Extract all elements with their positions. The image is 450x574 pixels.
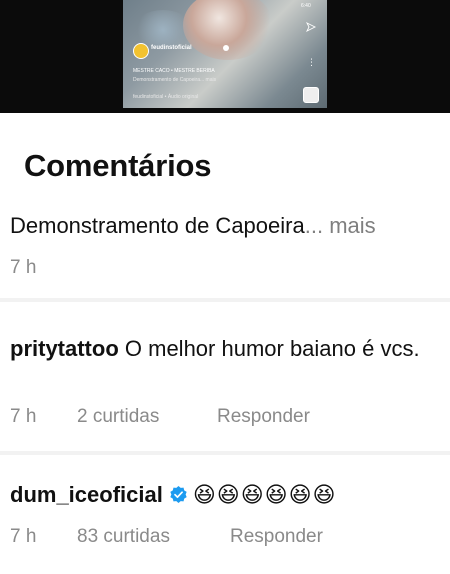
caption-more-link[interactable]: mais (329, 213, 375, 238)
comment-time: 7 h (10, 526, 37, 547)
more-icon[interactable]: ⋮ (307, 58, 316, 67)
video-audio-line[interactable]: feudinstoficial • Áudio original (133, 94, 198, 100)
video-caption-line2[interactable]: Demonstramento de Capoeira... mais (133, 77, 216, 83)
send-icon[interactable] (306, 22, 316, 32)
comment-time: 7 h (10, 406, 37, 427)
comment-body: 😆😆😆😆😆😆 (192, 482, 337, 507)
video-frame[interactable]: 6:40 feudinstoficial ⋮ MESTRE CACO • MES… (123, 0, 327, 108)
video-player[interactable]: 6:40 feudinstoficial ⋮ MESTRE CACO • MES… (0, 0, 450, 113)
comments-title: Comentários (24, 148, 212, 183)
comment-item[interactable]: dum_iceoficial 😆😆😆😆😆😆 (10, 479, 442, 511)
video-username[interactable]: feudinstoficial (151, 45, 192, 51)
comment-likes[interactable]: 83 curtidas (77, 526, 170, 548)
caption-time: 7 h (10, 257, 37, 278)
caption-text: Demonstramento de Capoeira (10, 213, 305, 238)
divider (0, 298, 450, 302)
comment-likes[interactable]: 2 curtidas (77, 406, 159, 428)
audio-thumb-icon[interactable] (303, 87, 319, 103)
divider (0, 451, 450, 455)
verified-icon (170, 485, 187, 504)
reply-button[interactable]: Responder (217, 406, 310, 428)
video-subject (183, 0, 273, 60)
comment-username[interactable]: pritytattoo (10, 336, 119, 361)
reply-button[interactable]: Responder (230, 526, 323, 548)
video-caption-line1: MESTRE CACO • MESTRE BERIBA (133, 68, 215, 74)
video-verified-icon (223, 45, 229, 51)
video-avatar[interactable] (133, 43, 149, 59)
comment-body: O melhor humor baiano é vcs. (124, 336, 420, 361)
post-caption[interactable]: Demonstramento de Capoeira... mais (10, 213, 376, 239)
caption-ellipsis: ... (304, 213, 324, 238)
comment-username[interactable]: dum_iceoficial (10, 482, 163, 507)
comment-item[interactable]: pritytattoo O melhor humor baiano é vcs. (10, 333, 442, 365)
video-duration: 6:40 (301, 3, 311, 9)
